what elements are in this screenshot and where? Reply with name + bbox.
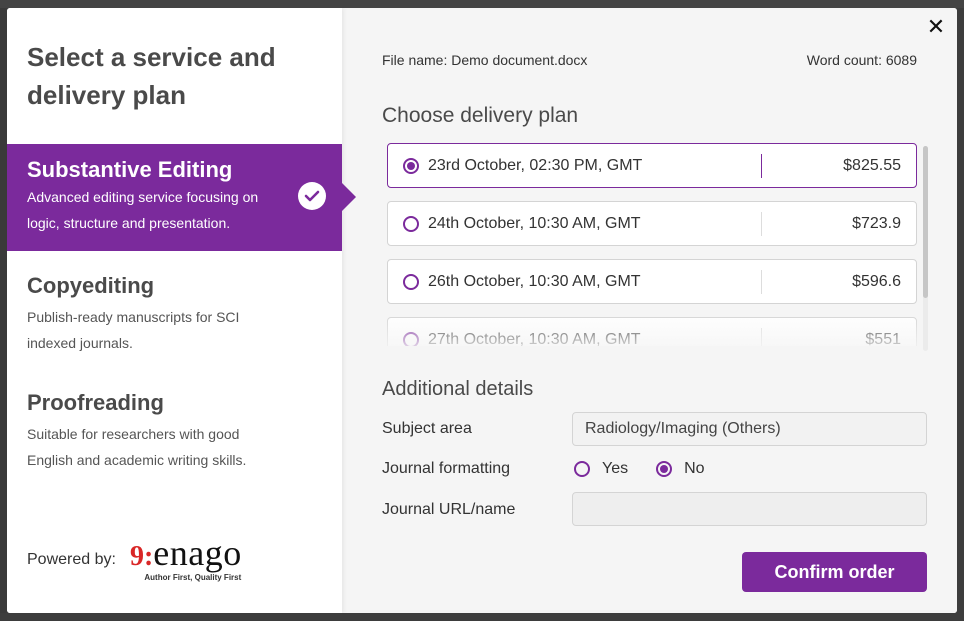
additional-details-heading: Additional details: [382, 378, 534, 400]
delivery-plan-option[interactable]: 27th October, 10:30 AM, GMT $551: [387, 317, 917, 346]
service-name: Copyediting: [27, 273, 155, 298]
active-pointer-arrow: [342, 183, 356, 211]
powered-by: Powered by: 9: enago Author First, Quali…: [27, 533, 242, 582]
check-icon: [298, 182, 326, 210]
order-modal: Select a service and delivery plan Subst…: [7, 8, 957, 613]
plan-date: 26th October, 10:30 AM, GMT: [428, 272, 641, 290]
enago-logo: 9: enago Author First, Quality First: [129, 533, 242, 582]
background-app-edge-right: [957, 8, 964, 613]
plan-list-scrollbar[interactable]: [923, 146, 928, 351]
scrollbar-thumb[interactable]: [923, 146, 928, 298]
service-panel: Select a service and delivery plan Subst…: [7, 8, 356, 613]
service-description: Publish-ready manuscripts for SCI indexe…: [27, 309, 240, 351]
close-icon[interactable]: ✕: [925, 16, 947, 38]
journal-formatting-label: Journal formatting: [382, 460, 511, 477]
subject-area-field[interactable]: Radiology/Imaging (Others): [572, 412, 927, 446]
service-substantive-editing[interactable]: Substantive Editing Advanced editing ser…: [7, 144, 356, 251]
modal-title: Select a service and delivery plan: [27, 42, 276, 110]
radio-selected-icon: [656, 461, 673, 477]
file-name: File name: Demo document.docx: [382, 52, 588, 68]
service-description: Suitable for researchers with good Engli…: [27, 426, 247, 468]
plan-price: $825.55: [843, 156, 901, 174]
service-proofreading[interactable]: Proofreading Suitable for researchers wi…: [7, 389, 342, 473]
plan-price: $723.9: [852, 214, 901, 232]
plan-date: 27th October, 10:30 AM, GMT: [428, 330, 641, 347]
radio-unselected-icon: [574, 461, 590, 477]
enago-logo-mark: 9:: [129, 541, 154, 572]
journal-formatting-no[interactable]: No: [656, 460, 705, 478]
radio-unselected-icon: [403, 273, 419, 290]
delivery-plan-option[interactable]: 26th October, 10:30 AM, GMT $596.6: [387, 259, 917, 304]
journal-formatting-yes[interactable]: Yes: [574, 460, 628, 478]
powered-by-label: Powered by:: [27, 551, 116, 568]
word-count: Word count: 6089: [806, 52, 917, 68]
journal-url-label: Journal URL/name: [382, 501, 516, 518]
delivery-plan-option[interactable]: 24th October, 10:30 AM, GMT $723.9: [387, 201, 917, 246]
radio-selected-icon: [403, 157, 419, 174]
delivery-plan-list: 23rd October, 02:30 PM, GMT $825.55 24th…: [387, 143, 917, 346]
radio-unselected-icon: [403, 331, 419, 346]
delivery-plan-heading: Choose delivery plan: [382, 104, 579, 127]
delivery-plan-option[interactable]: 23rd October, 02:30 PM, GMT $825.55: [387, 143, 917, 188]
enago-logo-text: enago: [153, 533, 242, 573]
subject-area-label: Subject area: [382, 420, 472, 437]
service-description: Advanced editing service focusing on log…: [27, 189, 259, 231]
service-name: Substantive Editing: [27, 157, 233, 182]
journal-formatting-options: Yes No: [574, 460, 733, 478]
service-name: Proofreading: [27, 390, 164, 415]
enago-tagline: Author First, Quality First: [144, 573, 242, 582]
journal-url-input[interactable]: [572, 492, 927, 526]
service-copyediting[interactable]: Copyediting Publish-ready manuscripts fo…: [7, 272, 342, 356]
plan-price: $551: [865, 330, 901, 347]
delivery-panel: ✕ File name: Demo document.docx Word cou…: [342, 8, 957, 613]
plan-price: $596.6: [852, 272, 901, 290]
radio-unselected-icon: [403, 215, 419, 232]
option-label: No: [684, 460, 705, 477]
confirm-order-button[interactable]: Confirm order: [742, 552, 927, 592]
background-app-toolbar: [0, 0, 964, 8]
plan-date: 23rd October, 02:30 PM, GMT: [428, 156, 643, 174]
background-app-footer: [0, 613, 964, 621]
option-label: Yes: [602, 460, 629, 477]
plan-date: 24th October, 10:30 AM, GMT: [428, 214, 641, 232]
